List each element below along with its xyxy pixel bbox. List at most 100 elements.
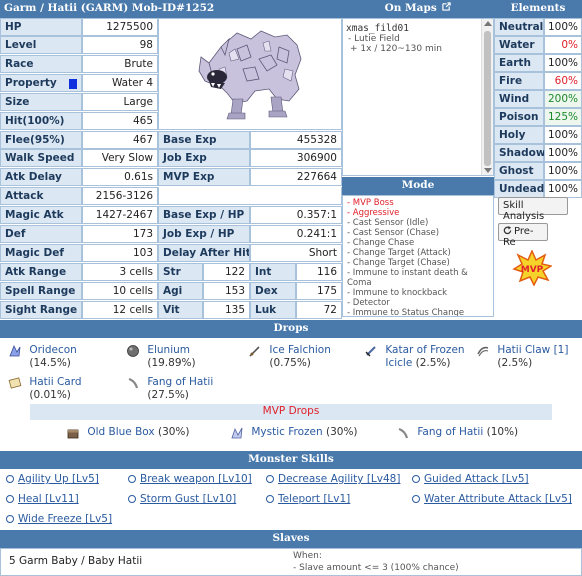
base-exp-hp-value: 0.357:1: [250, 206, 342, 224]
flee-label: Flee(95%): [0, 131, 82, 149]
drop-rate: (30%): [326, 426, 358, 438]
mode-item: - Change Target (Attack): [347, 248, 451, 258]
int-label: Int: [250, 263, 296, 281]
skill-bullet-icon: [128, 475, 136, 483]
mvp-drop-item[interactable]: Old Blue Box (30%): [66, 426, 190, 440]
attack-value: 2156-3126: [82, 187, 158, 205]
slave-when-label: When:: [293, 551, 322, 561]
skill-analysis-button[interactable]: Skill Analysis: [498, 197, 568, 222]
drop-item[interactable]: Ice Falchion (0.75%): [248, 344, 331, 370]
element-water-label: Water: [494, 36, 544, 54]
skill-link[interactable]: Teleport [Lv1]: [266, 493, 350, 505]
skill-label: Guided Attack [Lv5]: [424, 473, 529, 485]
monster-title: Garm / Hatii (GARM) Mob-ID#1252: [0, 0, 342, 18]
element-holy-label: Holy: [494, 126, 544, 144]
mvp-star-icon: MVP: [512, 249, 553, 287]
base-exp-value: 455328: [250, 131, 342, 149]
mode-item: - Immune to Status Change: [347, 308, 465, 317]
skill-link[interactable]: Break weapon [Lv10]: [128, 473, 252, 485]
element-neutral-label: Neutral: [494, 18, 544, 36]
scroll-up-icon[interactable]: [484, 21, 492, 26]
maps-header[interactable]: On Maps: [342, 0, 494, 18]
skill-link[interactable]: Wide Freeze [Lv5]: [6, 513, 112, 525]
katar-icon: [365, 346, 376, 357]
scroll-thumb[interactable]: [484, 31, 491, 166]
hit-value: 465: [82, 112, 158, 130]
drops-header: Drops: [0, 320, 582, 338]
dex-value: 175: [296, 282, 342, 300]
hit-label: Hit(100%): [0, 112, 82, 130]
element-poison-label: Poison: [494, 108, 544, 126]
drop-item[interactable]: Oridecon (14.5%): [8, 344, 77, 370]
delay-after-hit-value: Short: [250, 244, 342, 262]
base-exp-label: Base Exp: [158, 131, 250, 149]
def-value: 173: [82, 225, 158, 243]
drop-item[interactable]: Hatii Card (0.01%): [8, 376, 82, 402]
sword-icon: [249, 346, 260, 357]
size-value: Large: [82, 93, 158, 111]
atk-range-label: Atk Range: [0, 263, 82, 281]
skill-link[interactable]: Guided Attack [Lv5]: [412, 473, 529, 485]
element-ghost-value: 100%: [544, 162, 582, 180]
mode-header: Mode: [342, 177, 494, 195]
def-label: Def: [0, 225, 82, 243]
drop-rate: (10%): [486, 426, 519, 438]
skill-link[interactable]: Agility Up [Lv5]: [6, 473, 99, 485]
mode-item: - Change Target (Chase): [347, 258, 450, 268]
mvp-exp-label: MVP Exp: [158, 168, 250, 186]
mode-item: - Detector: [347, 298, 390, 308]
map-spawn: + 1x / 120~130 min: [350, 44, 442, 54]
element-undead-value: 100%: [544, 180, 582, 198]
refresh-icon: [503, 226, 512, 235]
job-exp-label: Job Exp: [158, 149, 250, 167]
agi-label: Agi: [158, 282, 203, 300]
int-value: 116: [296, 263, 342, 281]
mode-item: - Immune to knockback: [347, 288, 448, 298]
element-shadow-label: Shadow: [494, 144, 546, 162]
drop-item[interactable]: Hatii Claw [1] (2.5%): [476, 344, 568, 370]
slave-entry[interactable]: 5 Garm Baby / Baby Hatii: [9, 555, 142, 567]
vit-value: 135: [203, 301, 250, 319]
flee-value: 467: [82, 131, 158, 149]
elements-header: Elements: [494, 0, 582, 18]
delay-after-hit-label: Delay After Hit: [158, 244, 250, 262]
slave-condition: - Slave amount <= 3 (100% chance): [293, 563, 459, 573]
skill-bullet-icon: [6, 515, 14, 523]
drop-item[interactable]: Elunium (19.89%): [126, 344, 196, 370]
element-holy-value: 100%: [544, 126, 582, 144]
str-label: Str: [158, 263, 203, 281]
hp-label: HP: [0, 18, 82, 36]
maps-scrollbar[interactable]: [481, 19, 493, 175]
drop-item[interactable]: Fang of Hatii (27.5%): [126, 376, 213, 402]
drop-rate: (0.75%): [269, 357, 311, 369]
pre-re-button[interactable]: Pre-Re: [498, 223, 548, 248]
job-exp-hp-value: 0.241:1: [250, 225, 342, 243]
mvp-drop-item[interactable]: Fang of Hatii (10%): [396, 426, 518, 440]
drop-rate: (30%): [157, 426, 190, 438]
size-label: Size: [0, 93, 82, 111]
mvp-drop-item[interactable]: Mystic Frozen (30%): [230, 426, 358, 440]
element-wind-value: 200%: [544, 90, 582, 108]
attack-label: Attack: [0, 187, 82, 205]
drop-rate: (2.5%): [415, 357, 451, 369]
element-wind-label: Wind: [494, 90, 544, 108]
mode-item: - MVP Boss: [347, 198, 394, 208]
property-color-swatch: [69, 79, 77, 89]
mvp-exp-value: 227664: [250, 168, 342, 186]
skill-label: Wide Freeze [Lv5]: [18, 513, 113, 525]
mvp-badge-text: MVP: [521, 265, 544, 275]
crystal-icon: [231, 427, 243, 439]
job-exp-value: 306900: [250, 149, 342, 167]
skill-link[interactable]: Heal [Lv11]: [6, 493, 79, 505]
element-poison-value: 125%: [544, 108, 582, 126]
skill-link[interactable]: Water Attribute Attack [Lv5]: [412, 493, 572, 505]
skill-link[interactable]: Storm Gust [Lv10]: [128, 493, 236, 505]
skill-link[interactable]: Decrease Agility [Lv48]: [266, 473, 400, 485]
luk-value: 72: [296, 301, 342, 319]
map-name[interactable]: xmas_fild01: [346, 23, 490, 34]
external-link-icon[interactable]: [442, 2, 452, 11]
scroll-down-icon[interactable]: [484, 168, 492, 173]
drop-item[interactable]: Katar of Frozen Icicle (2.5%): [364, 344, 465, 370]
skills-header: Monster Skills: [0, 451, 582, 469]
agi-value: 153: [203, 282, 250, 300]
